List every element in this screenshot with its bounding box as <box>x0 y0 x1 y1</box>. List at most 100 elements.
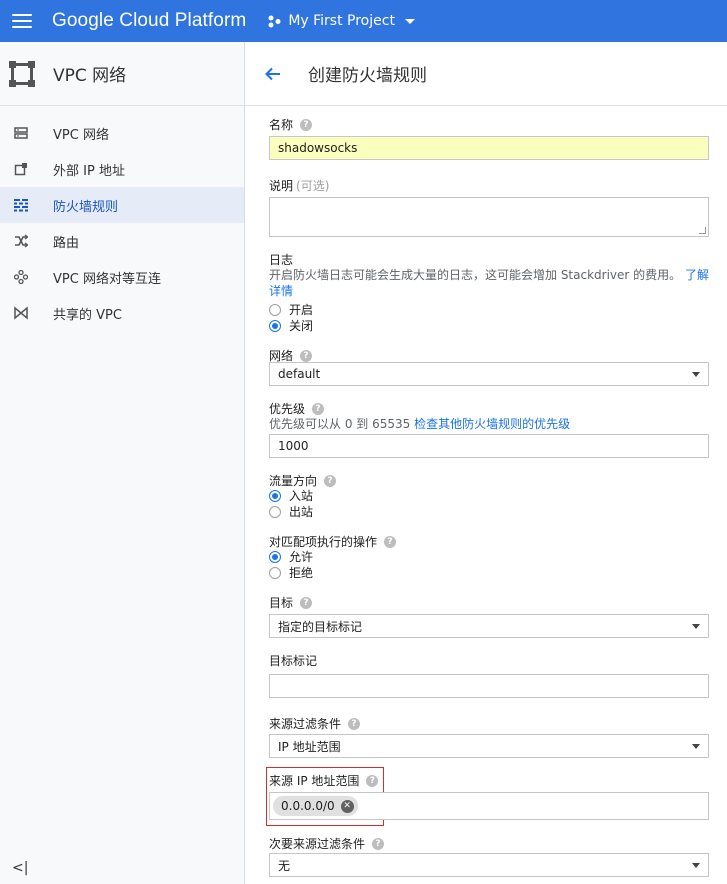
dropdown-arrow-icon <box>692 744 700 749</box>
logs-hint: 开启防火墙日志可能会生成大量的日志，这可能会增加 Stackdriver 的费用… <box>269 266 709 283</box>
targets-label-text: 目标 <box>269 596 294 610</box>
name-label-text: 名称 <box>269 118 294 132</box>
sidebar-item-vpc-peering[interactable]: VPC 网络对等互连 <box>0 259 244 295</box>
name-label: 名称 ? <box>269 116 313 133</box>
second-source-filter-label: 次要来源过滤条件 ? <box>269 835 385 852</box>
radio-off-icon <box>269 303 281 316</box>
main-content: 创建防火墙规则 名称 ? shadowsocks 说明 (可选) 日志 开启防火… <box>245 42 727 884</box>
vpc-network-icon <box>13 125 29 141</box>
help-icon[interactable]: ? <box>348 717 361 730</box>
direction-egress-radio[interactable]: 出站 <box>269 503 313 520</box>
target-tags-label: 目标标记 <box>269 654 318 668</box>
radio-on-icon <box>269 550 281 563</box>
sidebar-header: VPC 网络 <box>0 42 244 106</box>
description-textarea[interactable] <box>269 197 709 237</box>
radio-off-icon <box>269 505 281 518</box>
select-value: default <box>278 367 321 381</box>
dropdown-arrow-icon <box>692 372 700 377</box>
learn-more-link[interactable]: 了解 <box>685 268 709 282</box>
priority-input[interactable]: 1000 <box>269 434 709 458</box>
sidebar: VPC 网络 VPC 网络 外部 IP 地址 防火墙规则 路由 VPC 网络对等… <box>0 42 245 884</box>
action-allow-radio[interactable]: 允许 <box>269 548 313 565</box>
menu-icon[interactable] <box>12 14 32 28</box>
source-ip-ranges-label-text: 来源 IP 地址范围 <box>269 774 360 788</box>
priority-hint-text: 优先级可以从 0 到 65535 <box>269 417 415 431</box>
name-input[interactable]: shadowsocks <box>269 136 709 160</box>
source-ip-ranges-input[interactable]: 0.0.0.0/0 ✕ <box>269 792 709 820</box>
radio-label: 入站 <box>289 489 314 503</box>
help-icon[interactable]: ? <box>366 774 379 787</box>
dropdown-arrow-icon <box>692 624 700 629</box>
top-app-bar: Google Cloud Platform My First Project <box>0 0 727 42</box>
chevron-down-icon <box>404 18 415 24</box>
chip-label: 0.0.0.0/0 <box>281 799 335 813</box>
project-selector[interactable]: My First Project <box>268 13 415 29</box>
source-filter-label-text: 来源过滤条件 <box>269 717 342 731</box>
network-select[interactable]: default <box>269 362 709 386</box>
radio-label: 关闭 <box>289 319 314 333</box>
help-icon[interactable]: ? <box>300 349 313 362</box>
help-icon[interactable]: ? <box>300 596 313 609</box>
help-icon[interactable]: ? <box>300 118 313 131</box>
shared-vpc-icon <box>13 305 29 321</box>
sidebar-item-vpc-networks[interactable]: VPC 网络 <box>0 115 244 151</box>
dropdown-arrow-icon <box>692 863 700 868</box>
targets-label: 目标 ? <box>269 594 313 611</box>
source-filter-label: 来源过滤条件 ? <box>269 715 361 732</box>
source-filter-select[interactable]: IP 地址范围 <box>269 734 709 758</box>
radio-on-icon <box>269 489 281 502</box>
sidebar-item-label: 外部 IP 地址 <box>53 163 125 179</box>
optional-hint: (可选) <box>296 179 330 193</box>
ip-range-chip[interactable]: 0.0.0.0/0 ✕ <box>273 796 358 816</box>
check-priorities-link[interactable]: 检查其他防火墙规则的优先级 <box>414 417 570 431</box>
back-arrow-icon[interactable] <box>263 64 283 84</box>
sidebar-title: VPC 网络 <box>53 66 127 86</box>
collapse-sidebar-icon[interactable]: <| <box>12 860 28 876</box>
targets-select[interactable]: 指定的目标标记 <box>269 614 709 638</box>
target-tags-input[interactable] <box>269 674 709 698</box>
logs-on-radio[interactable]: 开启 <box>269 301 313 318</box>
help-icon[interactable]: ? <box>384 535 397 548</box>
sidebar-nav: VPC 网络 外部 IP 地址 防火墙规则 路由 VPC 网络对等互连 共享的 … <box>0 106 244 331</box>
radio-label: 允许 <box>289 550 314 564</box>
second-source-filter-select[interactable]: 无 <box>269 853 709 877</box>
priority-hint: 优先级可以从 0 到 65535 检查其他防火墙规则的优先级 <box>269 415 570 432</box>
logs-off-radio[interactable]: 关闭 <box>269 317 313 334</box>
select-value: 无 <box>278 858 291 873</box>
action-deny-radio[interactable]: 拒绝 <box>269 564 313 581</box>
sidebar-item-routes[interactable]: 路由 <box>0 223 244 259</box>
select-value: 指定的目标标记 <box>278 619 363 634</box>
description-label-text: 说明 <box>269 179 294 193</box>
external-ip-icon <box>13 161 29 177</box>
sidebar-item-label: VPC 网络 <box>53 127 109 143</box>
radio-off-icon <box>269 566 281 579</box>
description-label: 说明 (可选) <box>269 177 329 194</box>
help-icon[interactable]: ? <box>312 402 325 415</box>
help-icon[interactable]: ? <box>372 837 385 850</box>
sidebar-item-label: 防火墙规则 <box>53 199 119 215</box>
project-name: My First Project <box>288 13 395 29</box>
brand-title[interactable]: Google Cloud Platform <box>52 10 246 32</box>
firewall-icon <box>13 197 29 213</box>
direction-ingress-radio[interactable]: 入站 <box>269 487 313 504</box>
page-header: 创建防火墙规则 <box>245 42 727 106</box>
sidebar-item-external-ip[interactable]: 外部 IP 地址 <box>0 151 244 187</box>
remove-chip-icon[interactable]: ✕ <box>340 799 354 813</box>
page-title: 创建防火墙规则 <box>308 66 427 86</box>
sidebar-item-label: 共享的 VPC <box>53 307 122 323</box>
sidebar-item-firewall-rules[interactable]: 防火墙规则 <box>0 187 244 223</box>
source-ip-ranges-label: 来源 IP 地址范围 ? <box>269 772 379 789</box>
sidebar-item-label: 路由 <box>53 235 80 251</box>
help-icon[interactable]: ? <box>324 474 337 487</box>
radio-label: 拒绝 <box>289 566 314 580</box>
radio-label: 出站 <box>289 505 314 519</box>
learn-more-link-cont[interactable]: 详情 <box>269 282 293 299</box>
vpc-logo-icon <box>9 60 35 87</box>
sidebar-item-label: VPC 网络对等互连 <box>53 271 161 287</box>
resize-handle-icon[interactable] <box>699 227 706 234</box>
select-value: IP 地址范围 <box>278 739 341 754</box>
sidebar-item-shared-vpc[interactable]: 共享的 VPC <box>0 295 244 331</box>
second-source-filter-label-text: 次要来源过滤条件 <box>269 837 366 851</box>
project-icon <box>268 15 281 28</box>
radio-on-icon <box>269 319 281 332</box>
